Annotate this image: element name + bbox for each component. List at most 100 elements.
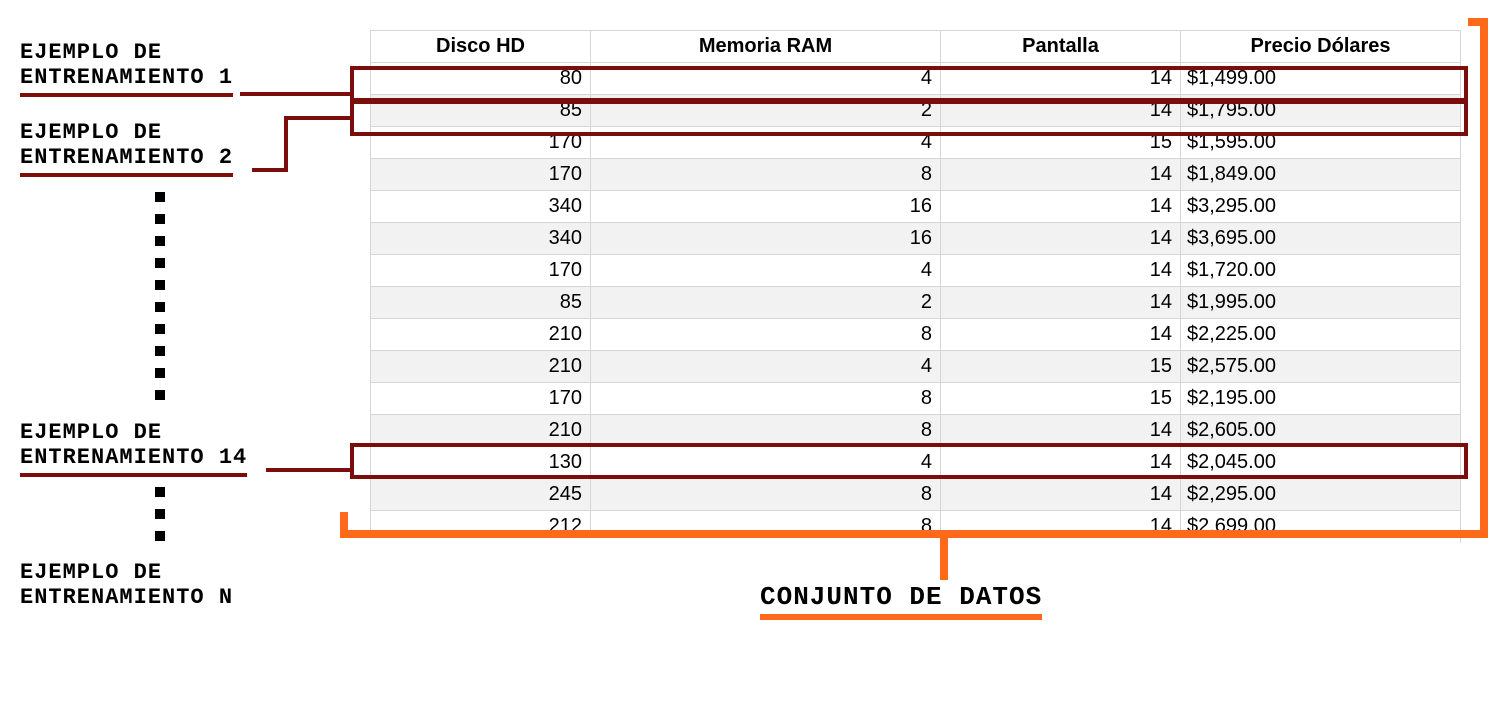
cell-hd: 245	[371, 479, 591, 511]
table-row: 85214$1,795.00	[371, 95, 1461, 127]
label-text: EJEMPLO DE	[20, 560, 162, 585]
cell-pantalla: 14	[941, 287, 1181, 319]
cell-precio: $2,295.00	[1181, 479, 1461, 511]
label-text: ENTRENAMIENTO N	[20, 585, 233, 610]
cell-precio: $2,225.00	[1181, 319, 1461, 351]
cell-hd: 170	[371, 159, 591, 191]
cell-precio: $3,695.00	[1181, 223, 1461, 255]
cell-precio: $2,195.00	[1181, 383, 1461, 415]
table-row: 80414$1,499.00	[371, 63, 1461, 95]
col-header-precio: Precio Dólares	[1181, 31, 1461, 63]
cell-ram: 16	[591, 223, 941, 255]
training-example-1-label: EJEMPLO DE ENTRENAMIENTO 1	[20, 40, 340, 97]
cell-ram: 8	[591, 383, 941, 415]
cell-pantalla: 14	[941, 319, 1181, 351]
cell-hd: 210	[371, 351, 591, 383]
label-text: EJEMPLO DE	[20, 420, 162, 445]
cell-hd: 170	[371, 255, 591, 287]
label-text: EJEMPLO DE	[20, 40, 162, 65]
table-row: 170815$2,195.00	[371, 383, 1461, 415]
table-row: 130414$2,045.00	[371, 447, 1461, 479]
cell-ram: 8	[591, 479, 941, 511]
cell-pantalla: 14	[941, 415, 1181, 447]
bracket-right	[1480, 18, 1488, 538]
ellipsis-dots	[150, 180, 170, 412]
ellipsis-dots	[150, 475, 170, 553]
cell-ram: 8	[591, 319, 941, 351]
caption-text: CONJUNTO DE DATOS	[760, 582, 1042, 620]
training-example-2-label: EJEMPLO DE ENTRENAMIENTO 2	[20, 120, 340, 177]
bracket-bottom	[340, 530, 1488, 538]
cell-ram: 4	[591, 255, 941, 287]
leader-line	[252, 168, 288, 172]
cell-precio: $1,595.00	[1181, 127, 1461, 159]
label-text: EJEMPLO DE	[20, 120, 162, 145]
table-row: 170415$1,595.00	[371, 127, 1461, 159]
table-row: 210814$2,605.00	[371, 415, 1461, 447]
label-text: ENTRENAMIENTO 14	[20, 445, 247, 470]
cell-ram: 4	[591, 351, 941, 383]
table-row: 170414$1,720.00	[371, 255, 1461, 287]
cell-precio: $3,295.00	[1181, 191, 1461, 223]
cell-pantalla: 15	[941, 351, 1181, 383]
cell-ram: 4	[591, 127, 941, 159]
label-text: ENTRENAMIENTO 1	[20, 65, 233, 90]
dataset-table: Disco HD Memoria RAM Pantalla Precio Dól…	[370, 30, 1461, 543]
cell-hd: 85	[371, 95, 591, 127]
cell-ram: 4	[591, 63, 941, 95]
cell-pantalla: 14	[941, 223, 1181, 255]
col-header-hd: Disco HD	[371, 31, 591, 63]
cell-pantalla: 15	[941, 383, 1181, 415]
cell-precio: $1,795.00	[1181, 95, 1461, 127]
col-header-pantalla: Pantalla	[941, 31, 1181, 63]
cell-hd: 170	[371, 127, 591, 159]
cell-pantalla: 14	[941, 63, 1181, 95]
cell-precio: $1,995.00	[1181, 287, 1461, 319]
cell-hd: 130	[371, 447, 591, 479]
cell-precio: $2,575.00	[1181, 351, 1461, 383]
leader-line	[266, 468, 350, 472]
cell-precio: $1,720.00	[1181, 255, 1461, 287]
table-row: 3401614$3,295.00	[371, 191, 1461, 223]
cell-pantalla: 14	[941, 191, 1181, 223]
cell-ram: 2	[591, 287, 941, 319]
cell-ram: 16	[591, 191, 941, 223]
leader-line	[284, 116, 350, 120]
label-text: ENTRENAMIENTO 2	[20, 145, 233, 170]
cell-hd: 340	[371, 191, 591, 223]
cell-hd: 210	[371, 319, 591, 351]
cell-pantalla: 14	[941, 159, 1181, 191]
cell-ram: 8	[591, 415, 941, 447]
cell-ram: 4	[591, 447, 941, 479]
cell-precio: $2,605.00	[1181, 415, 1461, 447]
cell-hd: 340	[371, 223, 591, 255]
bracket-center-drop	[940, 530, 948, 580]
cell-hd: 170	[371, 383, 591, 415]
leader-line	[284, 116, 288, 172]
cell-ram: 8	[591, 159, 941, 191]
cell-pantalla: 15	[941, 127, 1181, 159]
cell-hd: 85	[371, 287, 591, 319]
cell-hd: 80	[371, 63, 591, 95]
dataset-caption: CONJUNTO DE DATOS	[760, 583, 1042, 613]
col-header-ram: Memoria RAM	[591, 31, 941, 63]
dataset-table-wrap: Disco HD Memoria RAM Pantalla Precio Dól…	[370, 30, 1460, 543]
cell-hd: 210	[371, 415, 591, 447]
table-row: 210415$2,575.00	[371, 351, 1461, 383]
cell-pantalla: 14	[941, 479, 1181, 511]
cell-pantalla: 14	[941, 95, 1181, 127]
cell-pantalla: 14	[941, 255, 1181, 287]
training-example-n-label: EJEMPLO DE ENTRENAMIENTO N	[20, 560, 340, 611]
cell-pantalla: 14	[941, 447, 1181, 479]
bracket-bottom-left-stub	[340, 512, 348, 538]
cell-precio: $1,849.00	[1181, 159, 1461, 191]
leader-line	[240, 92, 350, 96]
table-row: 210814$2,225.00	[371, 319, 1461, 351]
cell-ram: 2	[591, 95, 941, 127]
table-row: 245814$2,295.00	[371, 479, 1461, 511]
table-row: 170814$1,849.00	[371, 159, 1461, 191]
cell-precio: $1,499.00	[1181, 63, 1461, 95]
table-row: 85214$1,995.00	[371, 287, 1461, 319]
table-row: 3401614$3,695.00	[371, 223, 1461, 255]
table-header-row: Disco HD Memoria RAM Pantalla Precio Dól…	[371, 31, 1461, 63]
